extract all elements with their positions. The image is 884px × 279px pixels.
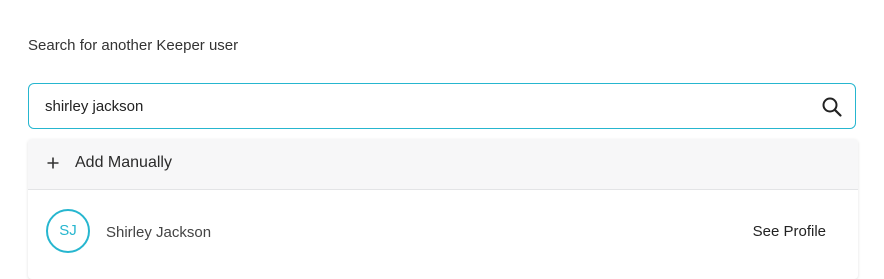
add-manually-button[interactable]: Add Manually [28, 139, 858, 190]
user-name: Shirley Jackson [106, 224, 212, 241]
see-profile-link[interactable]: See Profile [753, 223, 826, 240]
plus-icon [45, 155, 61, 171]
search-results-dropdown: Add Manually SJ Shirley Jackson See Prof… [28, 139, 858, 279]
avatar: SJ [46, 209, 90, 253]
search-icon[interactable] [821, 96, 843, 118]
add-manually-label: Add Manually [75, 154, 172, 171]
search-box[interactable] [28, 83, 856, 129]
search-label: Search for another Keeper user [28, 37, 239, 54]
search-input[interactable] [45, 84, 805, 128]
user-result-row[interactable]: SJ Shirley Jackson See Profile [28, 190, 858, 279]
